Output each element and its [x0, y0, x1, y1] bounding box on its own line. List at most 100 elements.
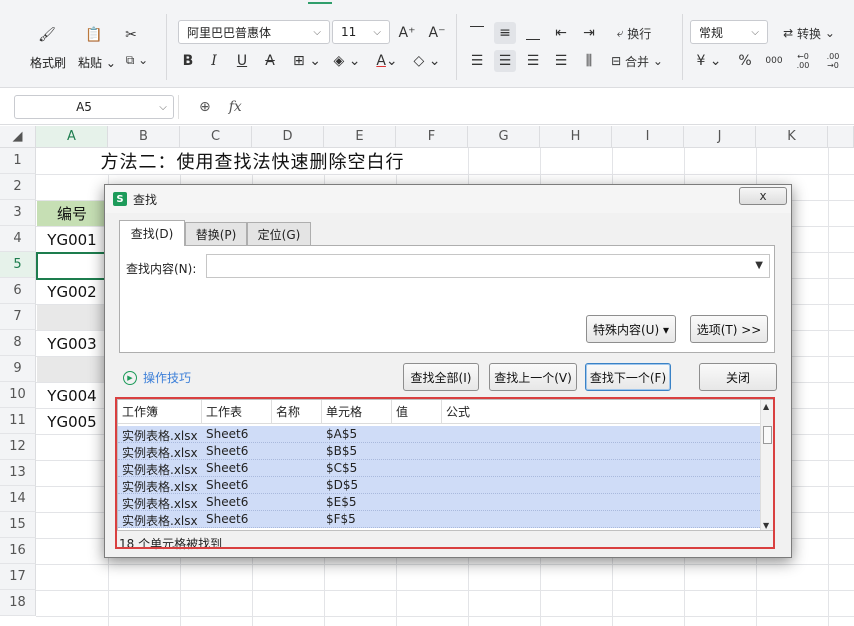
- find-previous-button[interactable]: 查找上一个(V): [489, 363, 577, 391]
- name-box[interactable]: A5 ⌵: [14, 95, 174, 119]
- align-middle-icon[interactable]: ≡: [494, 22, 516, 44]
- row-header[interactable]: 8: [0, 330, 36, 356]
- find-next-button[interactable]: 查找下一个(F): [585, 363, 671, 391]
- copy-icon[interactable]: ⧉ ⌄: [122, 50, 152, 70]
- results-header-workbook[interactable]: 工作簿: [118, 400, 202, 424]
- align-left-icon[interactable]: ☰: [466, 50, 488, 72]
- results-header-name[interactable]: 名称: [272, 400, 322, 424]
- cell-a9[interactable]: [37, 357, 107, 382]
- column-header-f[interactable]: F: [396, 126, 468, 148]
- font-color-button[interactable]: A ⌄: [370, 50, 404, 72]
- align-right-icon[interactable]: ☰: [522, 50, 544, 72]
- column-header-b[interactable]: B: [108, 126, 180, 148]
- column-header-c[interactable]: C: [180, 126, 252, 148]
- table-row[interactable]: 实例表格.xlsx Sheet6 $E$5: [118, 494, 760, 511]
- dropdown-arrow-icon[interactable]: ▼: [755, 260, 763, 271]
- sheet-title-cell[interactable]: 方法二：使用查找法快速删除空白行: [37, 148, 468, 174]
- results-header-sheet[interactable]: 工作表: [202, 400, 272, 424]
- currency-button[interactable]: ¥ ⌄: [694, 50, 724, 72]
- paste-icon[interactable]: 📋: [80, 22, 108, 48]
- row-header[interactable]: 2: [0, 174, 36, 200]
- distributed-icon[interactable]: ⫼: [578, 50, 600, 72]
- convert-button[interactable]: ⇄ 转换 ⌄: [776, 22, 842, 44]
- fx-icon[interactable]: fx: [229, 99, 242, 115]
- formula-input-area[interactable]: ⊕ fx: [178, 95, 848, 119]
- border-icon[interactable]: ⊞ ⌄: [290, 50, 324, 72]
- fill-color-icon[interactable]: ◈ ⌄: [330, 50, 364, 72]
- table-row[interactable]: 实例表格.xlsx Sheet6 $B$5: [118, 443, 760, 460]
- row-header[interactable]: 12: [0, 434, 36, 460]
- row-header[interactable]: 6: [0, 278, 36, 304]
- merge-button[interactable]: ⊟ 合并 ⌄: [606, 50, 668, 72]
- tab-find[interactable]: 查找(D): [119, 220, 185, 246]
- results-scrollbar[interactable]: ▲ ▼: [760, 400, 774, 530]
- column-header-j[interactable]: J: [684, 126, 756, 148]
- font-size-select[interactable]: 11 ⌵: [332, 20, 390, 44]
- results-header-cell[interactable]: 单元格: [322, 400, 392, 424]
- font-grow-button[interactable]: A⁺: [396, 22, 418, 44]
- thousands-separator-button[interactable]: 000: [762, 50, 786, 72]
- row-header[interactable]: 3: [0, 200, 36, 226]
- cell-a10[interactable]: YG004: [37, 383, 107, 408]
- results-header-value[interactable]: 值: [392, 400, 442, 424]
- decrease-decimal-button[interactable]: .00 →0: [820, 48, 846, 74]
- row-header[interactable]: 11: [0, 408, 36, 434]
- row-header[interactable]: 15: [0, 512, 36, 538]
- close-button[interactable]: 关闭: [699, 363, 777, 391]
- zoom-icon[interactable]: ⊕: [199, 99, 211, 115]
- row-header[interactable]: 1: [0, 148, 36, 174]
- row-header[interactable]: 7: [0, 304, 36, 330]
- align-bottom-icon[interactable]: ⎽: [522, 22, 544, 44]
- bold-button[interactable]: B: [178, 50, 198, 72]
- find-content-input[interactable]: ▼: [206, 254, 770, 278]
- find-all-button[interactable]: 查找全部(I): [403, 363, 479, 391]
- select-all-corner[interactable]: ◢: [0, 126, 36, 148]
- font-name-select[interactable]: 阿里巴巴普惠体 ⌵: [178, 20, 330, 44]
- cut-icon[interactable]: ✂: [120, 22, 142, 48]
- row-header[interactable]: 14: [0, 486, 36, 512]
- row-header[interactable]: 5: [0, 252, 36, 278]
- row-header[interactable]: 4: [0, 226, 36, 252]
- format-painter-icon[interactable]: 🖌: [32, 22, 62, 48]
- increase-indent-icon[interactable]: ⇥: [578, 22, 600, 44]
- column-header-d[interactable]: D: [252, 126, 324, 148]
- row-header[interactable]: 10: [0, 382, 36, 408]
- row-header[interactable]: 13: [0, 460, 36, 486]
- decrease-indent-icon[interactable]: ⇤: [550, 22, 572, 44]
- clear-format-icon[interactable]: ◇ ⌄: [410, 50, 444, 72]
- italic-button[interactable]: I: [204, 50, 224, 72]
- table-row[interactable]: 实例表格.xlsx Sheet6 $C$5: [118, 460, 760, 477]
- column-header-h[interactable]: H: [540, 126, 612, 148]
- scrollbar-thumb[interactable]: [763, 426, 772, 444]
- strikethrough-button[interactable]: A: [260, 50, 280, 72]
- tips-link[interactable]: ▶ 操作技巧: [123, 369, 191, 386]
- special-content-button[interactable]: 特殊内容(U) ▾: [586, 315, 676, 343]
- align-top-icon[interactable]: ⎺: [466, 22, 488, 44]
- percent-button[interactable]: %: [734, 50, 756, 72]
- scroll-down-icon[interactable]: ▼: [763, 521, 769, 530]
- number-format-select[interactable]: 常规 ⌵: [690, 20, 768, 44]
- align-center-icon[interactable]: ☰: [494, 50, 516, 72]
- results-list[interactable]: 工作簿 工作表 名称 单元格 值 公式 实例表格.xlsx Sheet6 $A$…: [117, 399, 775, 531]
- column-header-partial[interactable]: [828, 126, 854, 148]
- cell-a11[interactable]: YG005: [37, 409, 107, 434]
- row-header[interactable]: 17: [0, 564, 36, 590]
- table-row[interactable]: 实例表格.xlsx Sheet6 $A$5: [118, 426, 760, 443]
- cell-a4[interactable]: YG001: [37, 227, 107, 252]
- options-button[interactable]: 选项(T) >>: [690, 315, 768, 343]
- row-header[interactable]: 18: [0, 590, 36, 616]
- table-row[interactable]: 实例表格.xlsx Sheet6 $D$5: [118, 477, 760, 494]
- tab-goto[interactable]: 定位(G): [247, 222, 311, 245]
- row-header[interactable]: 9: [0, 356, 36, 382]
- close-icon[interactable]: x: [739, 187, 787, 205]
- cell-a6[interactable]: YG002: [37, 279, 107, 304]
- column-header-a[interactable]: A: [36, 126, 108, 148]
- table-row[interactable]: 实例表格.xlsx Sheet6 $F$5: [118, 511, 760, 528]
- column-header-e[interactable]: E: [324, 126, 396, 148]
- justify-icon[interactable]: ☰: [550, 50, 572, 72]
- paste-label[interactable]: 粘贴 ⌄: [78, 54, 116, 71]
- column-header-k[interactable]: K: [756, 126, 828, 148]
- dialog-titlebar[interactable]: S 查找 x: [105, 185, 791, 213]
- format-painter-label[interactable]: 格式刷: [30, 54, 66, 71]
- font-shrink-button[interactable]: A⁻: [426, 22, 448, 44]
